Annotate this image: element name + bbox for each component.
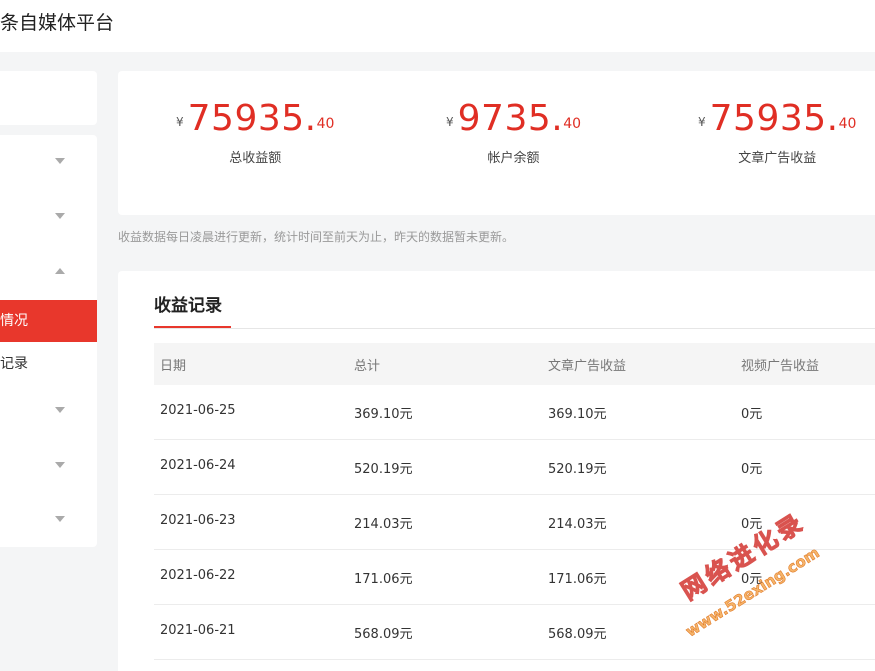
stat-article-ad-income: ¥75935.40 文章广告收益: [698, 101, 856, 167]
sidebar-nav: 情况 记录: [0, 135, 97, 547]
site-watermark: 网络进化录 www.52exing.com: [676, 507, 823, 641]
cell-date: 2021-06-22: [160, 568, 236, 583]
amount-integer: 75935: [709, 98, 827, 139]
stat-label: 帐户余额: [487, 151, 540, 166]
cell-total: 369.10元: [354, 407, 413, 422]
top-bar: 条自媒体平台: [0, 0, 875, 52]
cell-total: 520.19元: [354, 462, 413, 477]
column-header-total: 总计: [354, 359, 381, 374]
currency-symbol: ¥: [176, 115, 184, 129]
cell-date: 2021-06-23: [160, 513, 236, 528]
update-note: 收益数据每日凌晨进行更新，统计时间至前天为止，昨天的数据暂未更新。: [118, 230, 515, 244]
cell-total: 568.09元: [354, 627, 413, 642]
sidebar-item-2[interactable]: [0, 196, 97, 236]
chevron-down-icon: [55, 462, 65, 468]
sidebar-item-7[interactable]: [0, 445, 97, 485]
stat-account-balance: ¥9735.40 帐户余额: [446, 101, 581, 167]
sidebar-item-label: 记录: [0, 356, 28, 372]
cell-total: 214.03元: [354, 517, 413, 532]
table-header: 日期 总计 文章广告收益 视频广告收益: [154, 343, 875, 385]
chevron-down-icon: [55, 158, 65, 164]
cell-total: 171.06元: [354, 572, 413, 587]
stat-amount: ¥75935.40: [176, 101, 334, 137]
cell-date: 2021-06-21: [160, 623, 236, 638]
stat-amount: ¥9735.40: [446, 101, 581, 137]
table-row: 2021-06-25 369.10元 369.10元 0元: [154, 385, 875, 440]
cell-article-ad: 369.10元: [548, 407, 607, 422]
income-summary-card: ¥75935.40 总收益额 ¥9735.40 帐户余额 ¥75935.40 文…: [118, 71, 875, 215]
cell-date: 2021-06-24: [160, 458, 236, 473]
sidebar-item-1[interactable]: [0, 141, 97, 181]
amount-integer: 75935: [187, 98, 305, 139]
app-title: 条自媒体平台: [0, 12, 115, 34]
tab-divider: [154, 328, 875, 329]
amount-decimal: 40: [838, 116, 857, 132]
sidebar-item-income-records[interactable]: 记录: [0, 343, 97, 383]
cell-video-ad: 0元: [741, 407, 763, 422]
cell-article-ad: 568.09元: [548, 627, 607, 642]
currency-symbol: ¥: [446, 115, 454, 129]
amount-dot: .: [304, 98, 317, 139]
stat-total-income: ¥75935.40 总收益额: [176, 101, 334, 167]
stat-label: 文章广告收益: [738, 151, 817, 166]
amount-decimal: 40: [316, 116, 335, 132]
amount-integer: 9735: [457, 98, 552, 139]
column-header-article-ad: 文章广告收益: [548, 359, 627, 374]
amount-dot: .: [551, 98, 564, 139]
sidebar-item-3[interactable]: [0, 251, 97, 291]
column-header-video-ad: 视频广告收益: [741, 359, 820, 374]
currency-symbol: ¥: [698, 115, 706, 129]
cell-video-ad: 0元: [741, 462, 763, 477]
cell-article-ad: 171.06元: [548, 572, 607, 587]
amount-dot: .: [826, 98, 839, 139]
sidebar-item-label: 情况: [0, 313, 28, 329]
sidebar-item-8[interactable]: [0, 499, 97, 539]
cell-date: 2021-06-25: [160, 403, 236, 418]
sidebar-top-card[interactable]: [0, 71, 97, 125]
stat-amount: ¥75935.40: [698, 101, 856, 137]
cell-article-ad: 520.19元: [548, 462, 607, 477]
records-tab-title[interactable]: 收益记录: [154, 291, 222, 316]
chevron-down-icon: [55, 516, 65, 522]
chevron-down-icon: [55, 213, 65, 219]
sidebar-item-6[interactable]: [0, 390, 97, 430]
cell-article-ad: 214.03元: [548, 517, 607, 532]
column-header-date: 日期: [160, 359, 187, 374]
amount-decimal: 40: [563, 116, 582, 132]
sidebar-item-income-overview[interactable]: 情况: [0, 300, 97, 342]
chevron-down-icon: [55, 407, 65, 413]
chevron-up-icon: [55, 268, 65, 274]
stat-label: 总收益额: [229, 151, 282, 166]
